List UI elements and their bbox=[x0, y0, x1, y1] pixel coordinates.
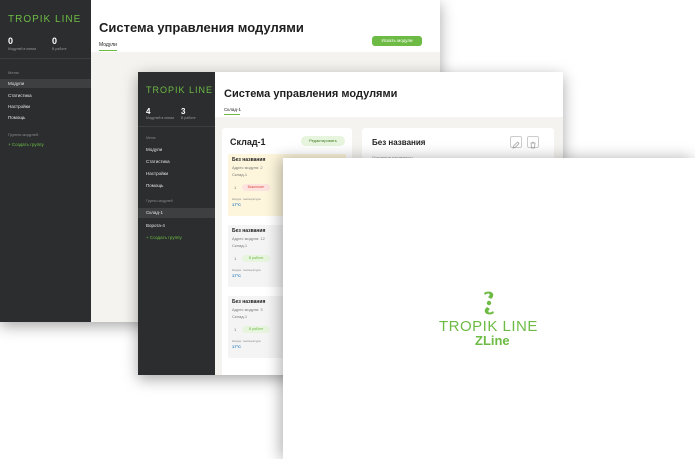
menu-item-stats[interactable]: Статистика bbox=[8, 93, 32, 98]
divider bbox=[0, 58, 91, 59]
logo: TROPIK LINE bbox=[146, 85, 214, 95]
page-title: Система управления модулями bbox=[224, 88, 398, 100]
menu-item-settings[interactable]: Настройки bbox=[146, 171, 168, 176]
group-item-sklad-1[interactable]: Склад-1 bbox=[138, 208, 215, 218]
splash-window: TROPIK LINE ZLine bbox=[283, 158, 695, 459]
menu-item-modules[interactable]: Модули bbox=[146, 147, 162, 152]
edit-icon[interactable] bbox=[510, 136, 522, 149]
module-name: Без названия bbox=[232, 157, 266, 163]
module-address: Адрес модуля: 3 bbox=[232, 307, 263, 312]
module-group: Склад-1 bbox=[232, 172, 248, 177]
module-number: 1 bbox=[234, 256, 237, 261]
module-number: 1 bbox=[234, 327, 237, 332]
search-modules-button[interactable]: Искать модули bbox=[372, 36, 422, 46]
tab-modules[interactable]: Модули bbox=[99, 42, 117, 48]
create-group-link[interactable]: + Создать группу bbox=[146, 235, 182, 240]
create-group-link[interactable]: + Создать группу bbox=[8, 142, 44, 147]
stat-modules-label: Модулей в линии bbox=[8, 47, 37, 51]
stat-working-label: В работе bbox=[52, 47, 67, 51]
stat-working-count: 0 bbox=[52, 36, 58, 46]
stat-working-label: В работе bbox=[181, 116, 196, 120]
delete-icon[interactable] bbox=[527, 136, 539, 149]
sidebar: TROPIK LINE 0 Модулей в линии 0 В работе… bbox=[0, 0, 91, 322]
stat-modules-count: 0 bbox=[8, 36, 14, 46]
divider bbox=[138, 126, 215, 127]
module-name: Без названия bbox=[232, 228, 266, 234]
module-group: Склад-1 bbox=[232, 243, 248, 248]
module-address: Адрес модуля: 12 bbox=[232, 236, 265, 241]
status-badge: Выключен bbox=[242, 184, 270, 191]
groups-label: Группы модулей bbox=[146, 199, 173, 203]
edit-group-button[interactable]: Редактировать bbox=[301, 136, 345, 146]
fan-logo-icon bbox=[478, 290, 500, 316]
page-title: Система управления модулями bbox=[99, 20, 304, 35]
temp-value: 17°C bbox=[232, 202, 241, 207]
logo: TROPIK LINE bbox=[8, 14, 82, 25]
temp-value: 17°C bbox=[232, 344, 241, 349]
temp-value: 17°C bbox=[232, 273, 241, 278]
tab-sklad-1[interactable]: Склад-1 bbox=[224, 107, 241, 112]
module-name: Без названия bbox=[232, 299, 266, 305]
temp-label: Наруж. температура bbox=[232, 268, 261, 272]
menu-item-stats[interactable]: Статистика bbox=[146, 159, 170, 164]
group-item-vorota-4[interactable]: Ворота-4 bbox=[146, 223, 165, 228]
temp-label: Наруж. температура bbox=[232, 339, 261, 343]
menu-label: Меню bbox=[8, 70, 19, 75]
status-badge: В работе bbox=[242, 255, 270, 262]
sidebar: TROPIK LINE 4 Модулей в линии 3 В работе… bbox=[138, 72, 215, 375]
module-group: Склад-1 bbox=[232, 314, 248, 319]
stat-working-count: 3 bbox=[181, 107, 186, 116]
group-card-title: Склад-1 bbox=[230, 137, 266, 147]
menu-item-help[interactable]: Помощь bbox=[8, 115, 25, 120]
detail-title: Без названия bbox=[372, 138, 426, 147]
brand-subtitle: ZLine bbox=[475, 333, 510, 348]
tab-underline bbox=[99, 50, 117, 51]
menu-item-settings[interactable]: Настройки bbox=[8, 104, 30, 109]
status-badge: В работе bbox=[242, 326, 270, 333]
module-address: Адрес модуля: 2 bbox=[232, 165, 263, 170]
menu-label: Меню bbox=[146, 136, 156, 140]
menu-item-help[interactable]: Помощь bbox=[146, 183, 163, 188]
tab-underline bbox=[224, 114, 240, 115]
stat-modules-count: 4 bbox=[146, 107, 151, 116]
module-number: 1 bbox=[234, 185, 237, 190]
menu-item-modules[interactable]: Модули bbox=[0, 79, 91, 88]
temp-label: Наруж. температура bbox=[232, 197, 261, 201]
groups-label: Группы модулей bbox=[8, 132, 39, 137]
stat-modules-label: Модулей в линии bbox=[146, 116, 175, 120]
